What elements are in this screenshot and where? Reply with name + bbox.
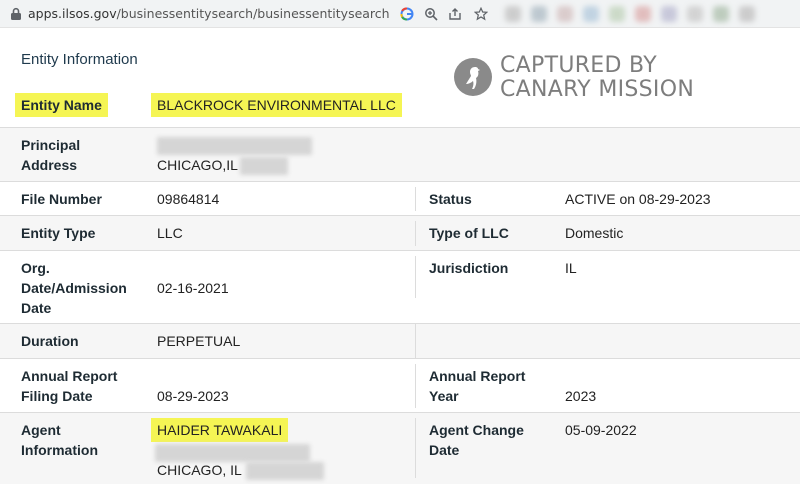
row-duration: Duration PERPETUAL — [0, 323, 800, 359]
principal-address-label: Principal Address — [21, 135, 80, 175]
row-annual-report: Annual Report Filing Date 08-29-2023 Ann… — [0, 358, 800, 412]
status-value: ACTIVE on 08-29-2023 — [565, 191, 711, 207]
column-divider — [415, 418, 416, 478]
annual-report-filing-label-1: Annual Report — [21, 368, 118, 384]
row-entity-type: Entity Type LLC Type of LLC Domestic — [0, 215, 800, 250]
agent-name: HAIDER TAWAKALI — [151, 418, 289, 442]
entity-name-label: Entity Name — [15, 93, 108, 117]
row-entity-name: Entity Name BLACKROCK ENVIRONMENTAL LLC — [0, 93, 800, 127]
row-org-date: Org. Date/Admission Date 02-16-2021 Juri… — [0, 250, 800, 323]
org-date-label: Org. Date/Admission Date — [21, 258, 127, 318]
column-divider — [415, 364, 416, 408]
type-of-llc-value: Domestic — [565, 225, 624, 241]
file-number-value: 09864814 — [157, 191, 220, 207]
annual-report-filing-label: Annual Report Filing Date — [21, 366, 117, 406]
column-divider — [415, 324, 416, 359]
type-of-llc-label: Type of LLC — [429, 225, 509, 241]
redacted-zip — [239, 157, 288, 176]
url-text[interactable]: apps.ilsos.gov/businessentitysearch/busi… — [28, 6, 390, 21]
agent-information-value: HAIDER TAWAKALI CHICAGO, IL — [151, 418, 324, 481]
status-label: Status — [429, 191, 472, 207]
entity-name-value-wrap: BLACKROCK ENVIRONMENTAL LLC — [151, 93, 402, 117]
org-date-label-3: Date — [21, 300, 52, 316]
agent-change-label: Agent Change Date — [429, 420, 524, 460]
section-title: Entity Information — [21, 51, 138, 68]
agent-information-label-1: Agent — [21, 422, 61, 438]
entity-type-label: Entity Type — [21, 225, 96, 241]
principal-address-value: CHICAGO,IL — [157, 135, 312, 176]
zoom-icon[interactable] — [422, 5, 440, 23]
url-host: apps.ilsos.gov — [28, 6, 117, 21]
lock-icon[interactable] — [10, 7, 22, 21]
duration-value: PERPETUAL — [157, 333, 241, 349]
row-agent-information: Agent Information HAIDER TAWAKALI CHICAG… — [0, 412, 800, 484]
duration-label: Duration — [21, 333, 79, 349]
annual-report-year-label-2: Year — [429, 388, 459, 404]
entity-type-value: LLC — [157, 225, 183, 241]
watermark-line-1: CAPTURED BY — [500, 53, 657, 78]
annual-report-year-label-1: Annual Report — [429, 368, 526, 384]
browser-address-bar[interactable]: apps.ilsos.gov/businessentitysearch/busi… — [0, 0, 800, 28]
org-date-value: 02-16-2021 — [157, 280, 229, 296]
agent-city: CHICAGO, IL — [157, 462, 242, 478]
org-date-label-1: Org. — [21, 260, 50, 276]
entity-name-label-wrap: Entity Name — [15, 93, 108, 117]
row-file-number: File Number 09864814 Status ACTIVE on 08… — [0, 181, 800, 215]
redacted-agent-street — [155, 444, 310, 463]
annual-report-filing-value: 08-29-2023 — [157, 388, 229, 404]
column-divider — [415, 256, 416, 298]
org-date-label-2: Date/Admission — [21, 280, 127, 296]
column-divider — [415, 221, 416, 246]
jurisdiction-label: Jurisdiction — [429, 260, 509, 276]
star-icon[interactable] — [472, 5, 490, 23]
column-divider — [415, 187, 416, 211]
redacted-street — [157, 137, 312, 156]
annual-report-year-value: 2023 — [565, 388, 597, 404]
agent-information-label: Agent Information — [21, 420, 98, 460]
annual-report-filing-label-2: Filing Date — [21, 388, 93, 404]
principal-address-label-2: Address — [21, 157, 78, 173]
jurisdiction-value: IL — [565, 260, 577, 276]
agent-change-label-1: Agent Change — [429, 422, 524, 438]
principal-address-label-1: Principal — [21, 137, 81, 153]
agent-information-label-2: Information — [21, 442, 98, 458]
file-number-label: File Number — [21, 191, 102, 207]
google-icon[interactable] — [398, 5, 416, 23]
agent-change-label-2: Date — [429, 442, 460, 458]
canary-logo-icon — [454, 58, 492, 96]
annual-report-year-label: Annual Report Year — [429, 366, 525, 406]
principal-address-city: CHICAGO,IL — [157, 157, 238, 173]
browser-extensions[interactable] — [505, 4, 800, 24]
url-path: /businessentitysearch/businessentitysear… — [116, 6, 390, 21]
agent-change-value: 05-09-2022 — [565, 422, 637, 438]
row-principal-address: Principal Address CHICAGO,IL — [0, 127, 800, 181]
entity-name-value: BLACKROCK ENVIRONMENTAL LLC — [151, 93, 402, 117]
redacted-agent-zip — [245, 462, 324, 481]
share-icon[interactable] — [446, 5, 464, 23]
